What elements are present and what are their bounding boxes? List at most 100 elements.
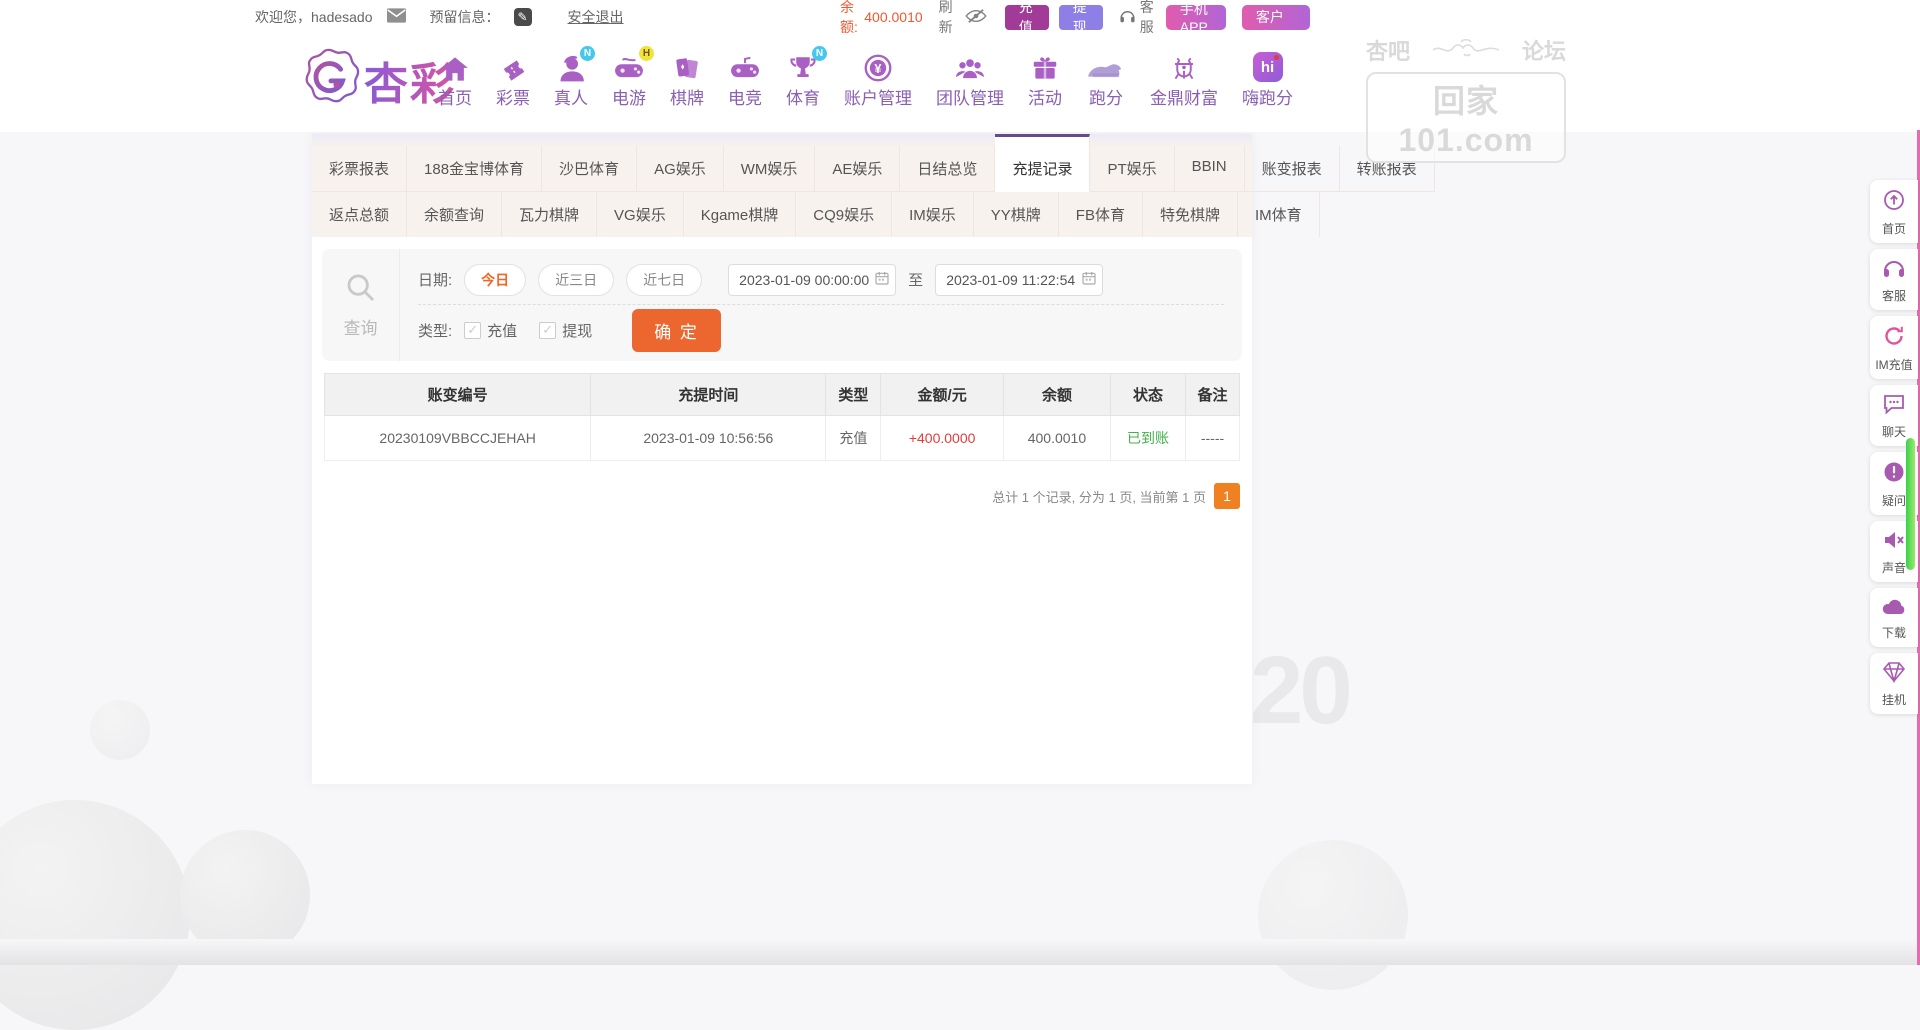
preset-today-button[interactable]: 今日	[464, 264, 526, 296]
primary-nav: 首页 彩票 N 真人 H 电游 棋牌	[438, 52, 1293, 109]
tab-rebate-total[interactable]: 返点总额	[312, 192, 407, 237]
tab-188-sport[interactable]: 188金宝博体育	[407, 146, 542, 192]
recharge-checkbox[interactable]: ✓	[464, 322, 481, 339]
tab-ag[interactable]: AG娱乐	[637, 146, 724, 192]
envelope-icon[interactable]	[387, 8, 406, 26]
recharge-button[interactable]: 充值	[1005, 5, 1049, 30]
tab-recharge-records[interactable]: 充提记录	[995, 134, 1090, 192]
cell-amount: +400.0000	[881, 416, 1004, 461]
sidebar-item-service[interactable]: 客服	[1870, 249, 1918, 310]
mobile-app-button[interactable]: 手机APP	[1166, 5, 1226, 30]
decor-ball	[1258, 840, 1408, 990]
calendar-icon[interactable]	[874, 270, 890, 290]
logout-link[interactable]: 安全退出	[568, 7, 624, 27]
tab-ae[interactable]: AE娱乐	[815, 146, 900, 192]
nav-item-hi-paofen[interactable]: hi 嗨跑分	[1242, 52, 1293, 109]
tab-vg[interactable]: VG娱乐	[597, 192, 684, 237]
nav-item-team[interactable]: 团队管理	[936, 52, 1004, 109]
tab-pt[interactable]: PT娱乐	[1090, 146, 1174, 192]
cell-balance: 400.0010	[1003, 416, 1110, 461]
nav-item-promotions[interactable]: 活动	[1028, 52, 1062, 109]
watermark-domain: 回家101.com	[1366, 72, 1566, 163]
scrollbar-thumb[interactable]	[1906, 438, 1915, 570]
person-icon: N	[557, 52, 585, 82]
nav-item-live[interactable]: N 真人	[554, 52, 588, 109]
nav-item-home[interactable]: 首页	[438, 52, 472, 109]
mute-speaker-icon	[1882, 529, 1906, 556]
tab-wali-cards[interactable]: 瓦力棋牌	[502, 192, 597, 237]
col-amount: 金额/元	[881, 374, 1004, 416]
tab-im-sport[interactable]: IM体育	[1238, 192, 1320, 237]
col-status: 状态	[1110, 374, 1185, 416]
pagination: 总计 1 个记录, 分为 1 页, 当前第 1 页 1	[324, 483, 1240, 509]
page-1-button[interactable]: 1	[1214, 483, 1240, 509]
nav-item-paofen[interactable]: 跑分	[1086, 52, 1126, 109]
hi-app-icon: hi	[1253, 52, 1283, 82]
brand-logo[interactable]: 杏彩	[298, 46, 456, 113]
nav-label: 首页	[438, 84, 472, 109]
tab-yy-cards[interactable]: YY棋牌	[974, 192, 1059, 237]
withdraw-checkbox-label[interactable]: 提现	[562, 320, 592, 341]
preset-7days-button[interactable]: 近七日	[626, 264, 702, 296]
service-link[interactable]: 客服	[1140, 0, 1156, 37]
nav-item-esports[interactable]: 电竞	[728, 52, 762, 109]
calendar-icon[interactable]	[1081, 270, 1097, 290]
nav-item-sports[interactable]: N 体育	[786, 52, 820, 109]
withdraw-button[interactable]: 提现	[1059, 5, 1103, 30]
sidebar-item-chat[interactable]: 聊天	[1870, 385, 1918, 446]
confirm-button[interactable]: 确 定	[632, 309, 721, 352]
tab-temian-cards[interactable]: 特免棋牌	[1143, 192, 1238, 237]
tab-im[interactable]: IM娱乐	[892, 192, 974, 237]
type-label: 类型:	[418, 320, 452, 341]
nav-item-jinding[interactable]: 金鼎财富	[1150, 52, 1218, 109]
panel-top-strip	[312, 134, 1252, 146]
decor-year-text: 20	[1250, 636, 1349, 746]
tab-daily-summary[interactable]: 日结总览	[900, 146, 995, 192]
cell-change-id: 20230109VBBCCJEHAH	[325, 416, 591, 461]
date-to-input[interactable]	[935, 264, 1103, 296]
pc-client-button[interactable]: 电脑客户端	[1242, 5, 1310, 30]
col-type: 类型	[826, 374, 881, 416]
tab-balance-query[interactable]: 余额查询	[407, 192, 502, 237]
tab-shaba-sport[interactable]: 沙巴体育	[542, 146, 637, 192]
recharge-checkbox-label[interactable]: 充值	[487, 320, 517, 341]
watermark-right: 论坛	[1522, 34, 1566, 66]
preset-3days-button[interactable]: 近三日	[538, 264, 614, 296]
nav-item-account[interactable]: ¥ 账户管理	[844, 52, 912, 109]
nav-item-cards[interactable]: 棋牌	[670, 52, 704, 109]
tab-bbin[interactable]: BBIN	[1175, 146, 1245, 192]
hot-badge: H	[639, 46, 654, 61]
balance-bar: 余额: 400.0010 刷新 充值 提现 客服 手机APP 电脑客户端	[840, 4, 1310, 30]
nav-label: 棋牌	[670, 84, 704, 109]
tab-wm[interactable]: WM娱乐	[724, 146, 816, 192]
tab-cq9[interactable]: CQ9娱乐	[796, 192, 892, 237]
tab-kgame[interactable]: Kgame棋牌	[684, 192, 797, 237]
withdraw-checkbox[interactable]: ✓	[539, 322, 556, 339]
sidebar-item-im-recharge[interactable]: IM充值	[1870, 316, 1918, 379]
sidebar-item-home[interactable]: 首页	[1870, 180, 1918, 243]
decor-ball	[90, 700, 150, 760]
decor-ball	[0, 800, 190, 1030]
home-icon	[441, 52, 469, 82]
watermark-left: 杏吧	[1366, 34, 1410, 66]
sidebar-item-download[interactable]: 下载	[1870, 588, 1918, 647]
ticket-icon	[500, 52, 527, 82]
playing-cards-icon	[674, 52, 700, 82]
esports-gamepad-icon	[730, 52, 760, 82]
nav-item-egames[interactable]: H 电游	[612, 52, 646, 109]
date-from-input[interactable]	[728, 264, 896, 296]
tab-account-change-report[interactable]: 账变报表	[1245, 146, 1340, 192]
tab-lottery-report[interactable]: 彩票报表	[312, 146, 407, 192]
welcome-text: 欢迎您，hadesado	[255, 7, 373, 27]
nav-label: 跑分	[1089, 84, 1123, 109]
nav-item-lottery[interactable]: 彩票	[496, 52, 530, 109]
sidebar-item-afk[interactable]: 挂机	[1870, 653, 1918, 714]
gift-icon	[1031, 52, 1059, 82]
diamond-icon	[1882, 661, 1906, 688]
edit-icon[interactable]: ✎	[514, 8, 532, 26]
refresh-button[interactable]: 刷新	[939, 0, 955, 37]
col-balance: 余额	[1003, 374, 1110, 416]
cell-time: 2023-01-09 10:56:56	[591, 416, 826, 461]
tab-fb-sport[interactable]: FB体育	[1059, 192, 1143, 237]
eye-slash-icon[interactable]	[965, 8, 987, 27]
